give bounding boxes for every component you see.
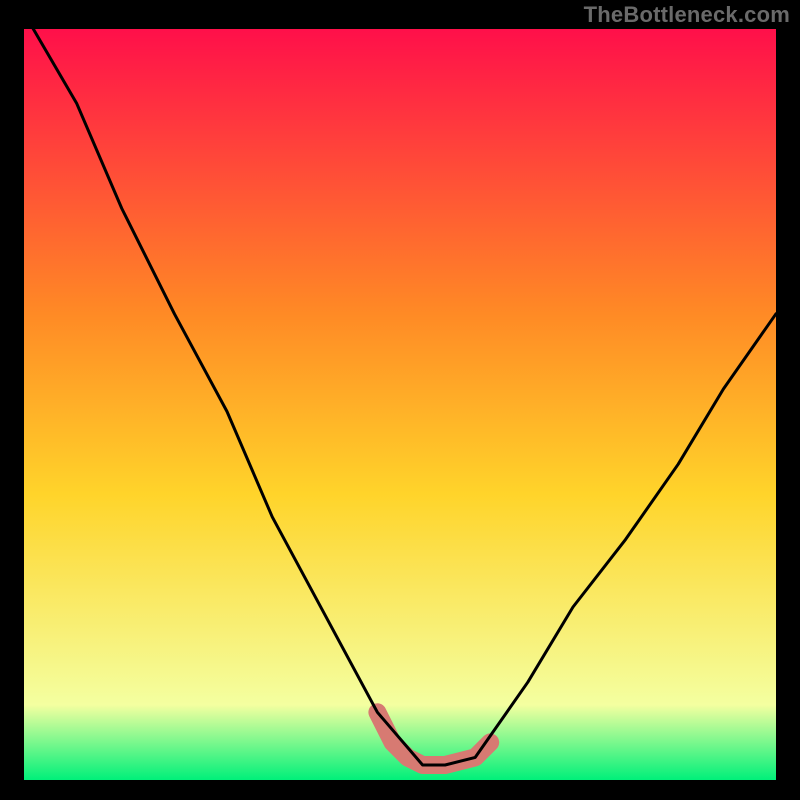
chart-frame: TheBottleneck.com [0,0,800,800]
plot-area [24,28,776,780]
gradient-background [24,28,776,780]
plot-svg [24,28,776,780]
watermark-text: TheBottleneck.com [584,2,790,28]
